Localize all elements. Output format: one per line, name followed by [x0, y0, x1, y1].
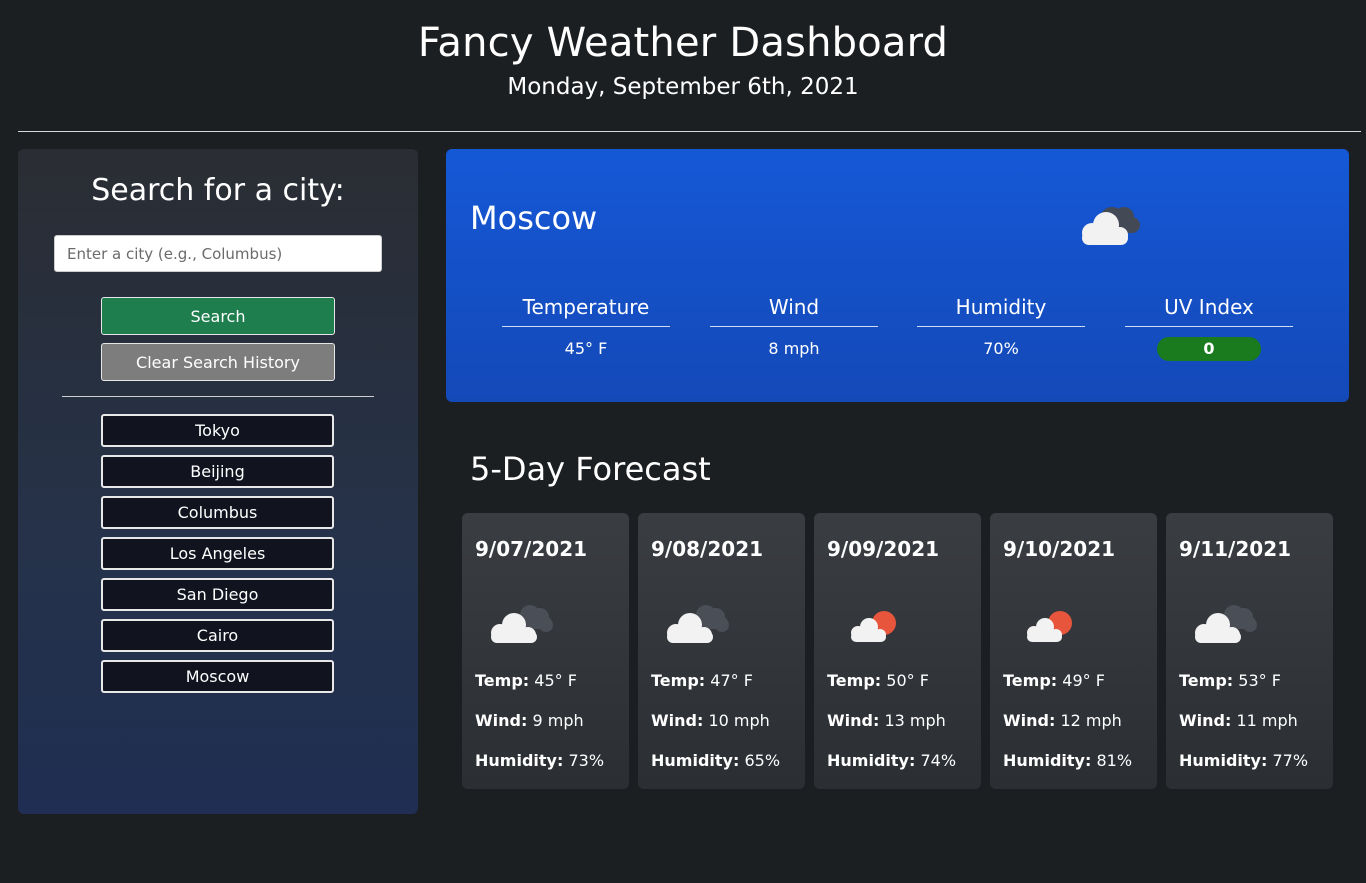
humidity-value: 73% — [568, 751, 605, 770]
wind-label: Wind: — [1179, 711, 1232, 730]
temp-label: Temp: — [475, 671, 530, 690]
forecast-humidity: Humidity: 74% — [827, 751, 956, 770]
uv-index-badge: 0 — [1157, 337, 1261, 361]
wind-value: 10 mph — [708, 711, 770, 730]
wind-label: Wind: — [475, 711, 528, 730]
forecast-card: 9/10/2021 Temp: 49° F Wind: 12 mph Humid… — [990, 513, 1157, 789]
temp-label: Temp: — [1003, 671, 1058, 690]
wind-label: Wind: — [1003, 711, 1056, 730]
wind-value: 13 mph — [884, 711, 946, 730]
stat-humidity: Humidity 70% — [917, 295, 1085, 358]
stat-label: Humidity — [917, 295, 1085, 327]
forecast-humidity: Humidity: 77% — [1179, 751, 1308, 770]
forecast-wind: Wind: 13 mph — [827, 711, 946, 730]
stat-value: 45° F — [564, 339, 608, 358]
humidity-value: 74% — [920, 751, 957, 770]
temp-label: Temp: — [827, 671, 882, 690]
stat-label: Temperature — [502, 295, 670, 327]
cloudy-icon — [491, 605, 553, 643]
humidity-value: 77% — [1272, 751, 1309, 770]
forecast-date: 9/09/2021 — [827, 537, 940, 561]
forecast-title: 5-Day Forecast — [470, 450, 711, 488]
temp-value: 49° F — [1062, 671, 1105, 690]
forecast-humidity: Humidity: 73% — [475, 751, 604, 770]
history-item-moscow[interactable]: Moscow — [101, 660, 334, 693]
sidebar-divider — [62, 396, 374, 397]
humidity-label: Humidity: — [1179, 751, 1268, 770]
forecast-date: 9/11/2021 — [1179, 537, 1292, 561]
temp-value: 50° F — [886, 671, 929, 690]
humidity-label: Humidity: — [475, 751, 564, 770]
forecast-card: 9/11/2021 Temp: 53° F Wind: 11 mph Humid… — [1166, 513, 1333, 789]
forecast-wind: Wind: 12 mph — [1003, 711, 1122, 730]
history-item-los-angeles[interactable]: Los Angeles — [101, 537, 334, 570]
stat-label: Wind — [710, 295, 878, 327]
sun-cloud-icon — [1027, 611, 1072, 642]
forecast-temp: Temp: 53° F — [1179, 671, 1281, 690]
stat-value: 8 mph — [768, 339, 820, 358]
forecast-card: 9/07/2021 Temp: 45° F Wind: 9 mph Humidi… — [462, 513, 629, 789]
cloudy-icon — [1195, 605, 1257, 643]
cloudy-icon — [667, 605, 729, 643]
history-item-san-diego[interactable]: San Diego — [101, 578, 334, 611]
header-divider — [18, 131, 1361, 132]
wind-value: 12 mph — [1060, 711, 1122, 730]
humidity-value: 81% — [1096, 751, 1133, 770]
wind-label: Wind: — [651, 711, 704, 730]
humidity-label: Humidity: — [1003, 751, 1092, 770]
history-item-cairo[interactable]: Cairo — [101, 619, 334, 652]
forecast-date: 9/10/2021 — [1003, 537, 1116, 561]
humidity-label: Humidity: — [827, 751, 916, 770]
history-item-beijing[interactable]: Beijing — [101, 455, 334, 488]
search-button[interactable]: Search — [101, 297, 335, 335]
history-item-tokyo[interactable]: Tokyo — [101, 414, 334, 447]
history-item-columbus[interactable]: Columbus — [101, 496, 334, 529]
sun-cloud-icon — [851, 611, 896, 642]
stat-temperature: Temperature 45° F — [502, 295, 670, 358]
cloudy-icon — [1082, 207, 1140, 245]
stat-value: 70% — [983, 339, 1019, 358]
current-city-name: Moscow — [470, 199, 598, 237]
wind-value: 9 mph — [532, 711, 584, 730]
forecast-date: 9/08/2021 — [651, 537, 764, 561]
forecast-temp: Temp: 47° F — [651, 671, 753, 690]
forecast-temp: Temp: 50° F — [827, 671, 929, 690]
temp-label: Temp: — [1179, 671, 1234, 690]
page-title: Fancy Weather Dashboard — [417, 20, 949, 66]
wind-value: 11 mph — [1236, 711, 1298, 730]
stat-label: UV Index — [1125, 295, 1293, 327]
search-history-list: Tokyo Beijing Columbus Los Angeles San D… — [101, 414, 334, 701]
wind-label: Wind: — [827, 711, 880, 730]
forecast-temp: Temp: 49° F — [1003, 671, 1105, 690]
humidity-label: Humidity: — [651, 751, 740, 770]
forecast-humidity: Humidity: 65% — [651, 751, 780, 770]
forecast-card: 9/08/2021 Temp: 47° F Wind: 10 mph Humid… — [638, 513, 805, 789]
stat-uv-index: UV Index 0 — [1125, 295, 1293, 361]
temp-value: 53° F — [1238, 671, 1281, 690]
forecast-date: 9/07/2021 — [475, 537, 588, 561]
forecast-temp: Temp: 45° F — [475, 671, 577, 690]
temp-value: 45° F — [534, 671, 577, 690]
search-title: Search for a city: — [91, 173, 345, 208]
current-weather-panel: Moscow Temperature 45° F Wind 8 mph Humi… — [446, 149, 1349, 402]
forecast-card: 9/09/2021 Temp: 50° F Wind: 13 mph Humid… — [814, 513, 981, 789]
city-search-input[interactable] — [54, 235, 382, 272]
temp-value: 47° F — [710, 671, 753, 690]
stat-wind: Wind 8 mph — [710, 295, 878, 358]
forecast-wind: Wind: 11 mph — [1179, 711, 1298, 730]
current-date: Monday, September 6th, 2021 — [507, 74, 859, 100]
forecast-wind: Wind: 9 mph — [475, 711, 584, 730]
search-sidebar: Search for a city: Search Clear Search H… — [18, 149, 418, 814]
humidity-value: 65% — [744, 751, 781, 770]
forecast-wind: Wind: 10 mph — [651, 711, 770, 730]
forecast-humidity: Humidity: 81% — [1003, 751, 1132, 770]
clear-history-button[interactable]: Clear Search History — [101, 343, 335, 381]
temp-label: Temp: — [651, 671, 706, 690]
